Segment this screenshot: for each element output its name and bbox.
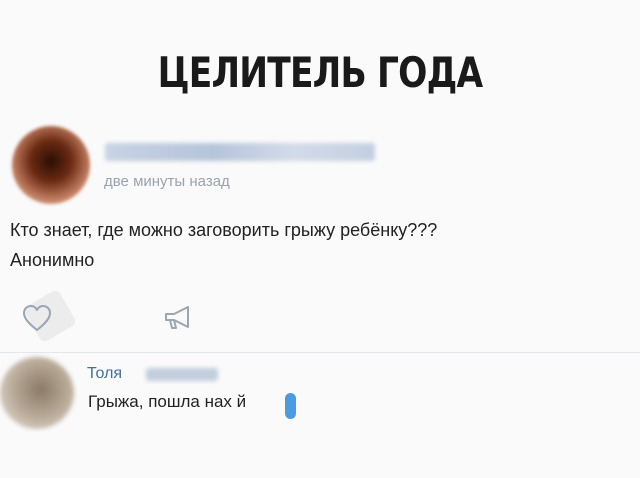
comment-author-surname-blurred[interactable] — [146, 368, 218, 381]
meme-title: ЦЕЛИТЕЛЬ ГОДА — [157, 48, 483, 97]
post-text-line: Кто знает, где можно заговорить грыжу ре… — [10, 220, 438, 240]
post-author-name-blurred[interactable] — [105, 143, 375, 161]
comment-divider — [0, 352, 640, 353]
heart-outline-icon[interactable] — [22, 304, 52, 332]
megaphone-share-icon[interactable] — [162, 305, 194, 331]
comment-author-avatar[interactable] — [0, 357, 74, 429]
post-timestamp[interactable]: две минуты назад — [104, 173, 230, 190]
post-text-line: Анонимно — [10, 250, 95, 270]
comment-author-name[interactable]: Толя — [87, 365, 122, 383]
post-author-avatar[interactable] — [12, 126, 90, 204]
post-text: Кто знает, где можно заговорить грыжу ре… — [10, 215, 630, 275]
censor-mark — [285, 393, 296, 419]
comment-text: Грыжа, пошла нах й — [88, 392, 247, 411]
